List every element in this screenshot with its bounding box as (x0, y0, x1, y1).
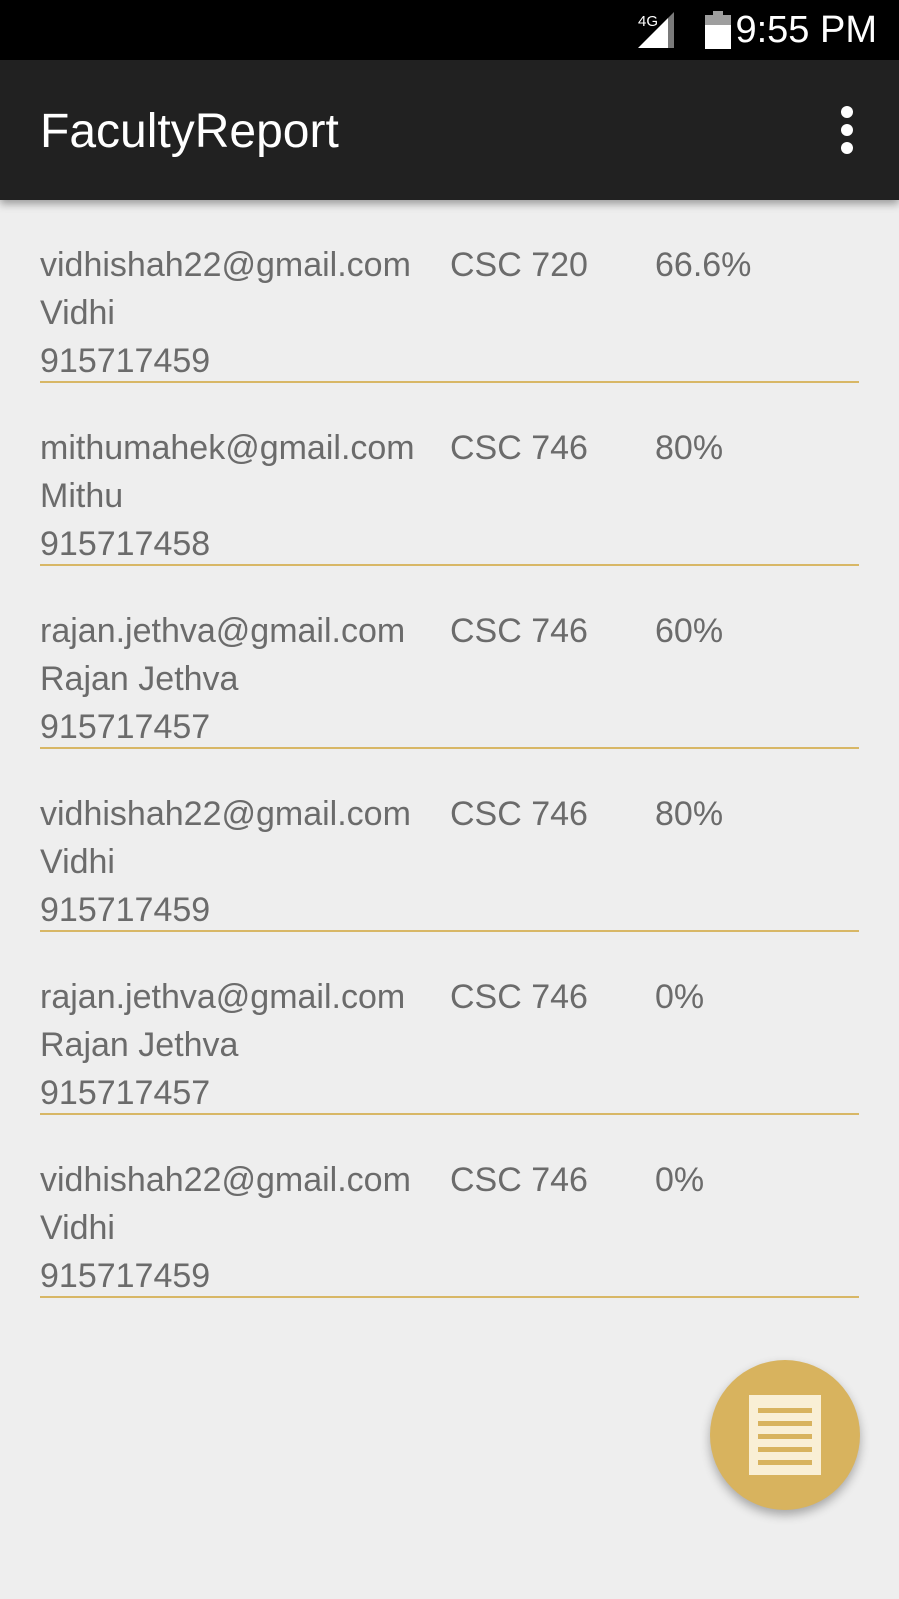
student-name: Mithu (40, 477, 124, 515)
score-percent: 66.6% (655, 246, 752, 284)
report-row[interactable]: vidhishah22@gmail.com Vidhi 915717459 CSC 7… (40, 1115, 859, 1298)
student-info: rajan.jethva@gmail.com Rajan Jethva 915717… (40, 973, 405, 1117)
report-row[interactable]: vidhishah22@gmail.com Vidhi 915717459 CSC 7… (40, 749, 859, 932)
student-info: vidhishah22@gmail.com Vidhi 915717459 (40, 241, 411, 385)
student-phone: 915717459 (40, 342, 211, 380)
student-email: rajan.jethva@gmail.com (40, 612, 406, 650)
score-percent: 0% (655, 978, 705, 1016)
course-code: CSC 746 (450, 795, 588, 833)
student-email: vidhishah22@gmail.com (40, 1161, 411, 1199)
report-list: vidhishah22@gmail.com Vidhi 915717459 CSC 7… (40, 200, 859, 1298)
network-type-label: 4G (638, 13, 658, 30)
report-document-icon (747, 1393, 823, 1477)
student-info: rajan.jethva@gmail.com Rajan Jethva 915717… (40, 607, 405, 751)
status-time: 9:55 PM (735, 9, 877, 51)
student-name: Vidhi (40, 843, 115, 881)
student-phone: 915717458 (40, 525, 211, 563)
app-bar: FacultyReport (0, 60, 899, 200)
score-percent: 60% (655, 612, 724, 650)
report-row[interactable]: vidhishah22@gmail.com Vidhi 915717459 CSC 7… (40, 200, 859, 383)
student-email: vidhishah22@gmail.com (40, 795, 411, 833)
student-phone: 915717457 (40, 708, 211, 746)
report-row[interactable]: rajan.jethva@gmail.com Rajan Jethva 915717… (40, 566, 859, 749)
more-vert-icon[interactable] (835, 106, 859, 154)
report-row[interactable]: mithumahek@gmail.com Mithu 915717458 CSC 74… (40, 383, 859, 566)
student-info: vidhishah22@gmail.com Vidhi 915717459 (40, 790, 411, 934)
student-name: Vidhi (40, 1209, 115, 1247)
student-name: Vidhi (40, 294, 115, 332)
student-phone: 915717457 (40, 1074, 211, 1112)
app-title: FacultyReport (40, 105, 339, 158)
course-code: CSC 746 (450, 612, 588, 650)
course-code: CSC 746 (450, 429, 588, 467)
score-percent: 0% (655, 1161, 705, 1199)
student-name: Rajan Jethva (40, 660, 239, 698)
score-percent: 80% (655, 795, 724, 833)
student-phone: 915717459 (40, 1257, 211, 1295)
report-row[interactable]: rajan.jethva@gmail.com Rajan Jethva 915717… (40, 932, 859, 1115)
signal-4g-icon: 4G (638, 12, 674, 48)
student-email: rajan.jethva@gmail.com (40, 978, 406, 1016)
status-bar: 4G 9:55 PM (0, 0, 899, 60)
report-fab-button[interactable] (710, 1360, 860, 1510)
course-code: CSC 746 (450, 978, 588, 1016)
student-info: mithumahek@gmail.com Mithu 915717458 (40, 424, 415, 568)
course-code: CSC 746 (450, 1161, 588, 1199)
student-phone: 915717459 (40, 891, 211, 929)
student-email: mithumahek@gmail.com (40, 429, 415, 467)
battery-icon (705, 11, 731, 49)
student-info: vidhishah22@gmail.com Vidhi 915717459 (40, 1156, 411, 1300)
score-percent: 80% (655, 429, 724, 467)
student-email: vidhishah22@gmail.com (40, 246, 411, 284)
course-code: CSC 720 (450, 246, 588, 284)
student-name: Rajan Jethva (40, 1026, 239, 1064)
